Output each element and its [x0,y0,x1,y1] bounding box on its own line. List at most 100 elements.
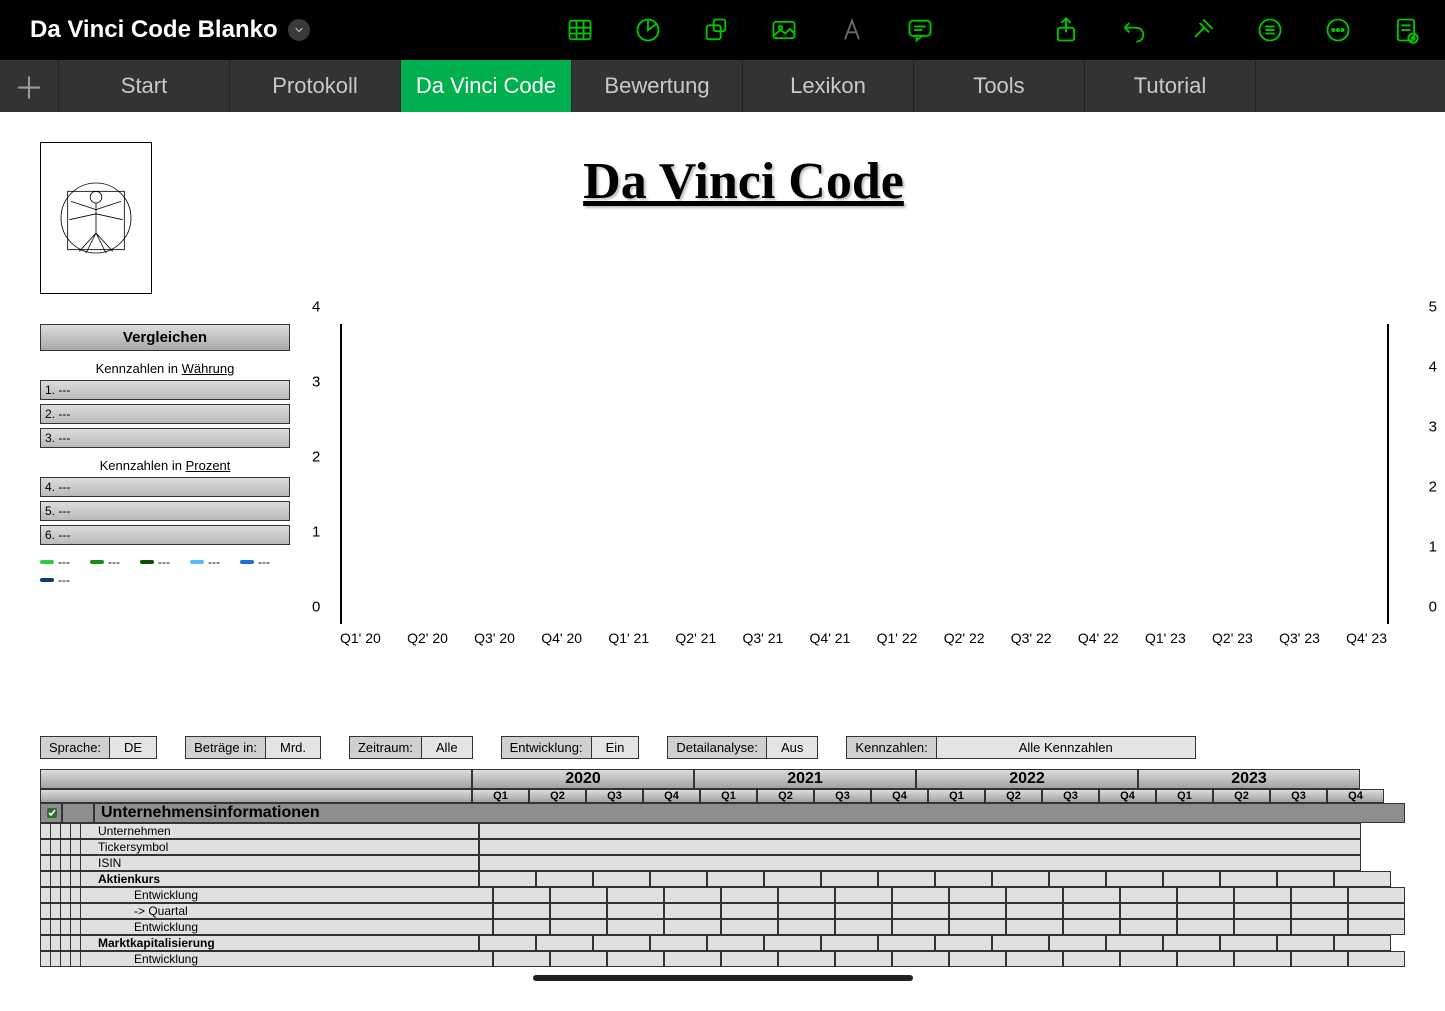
row-cell[interactable] [664,951,721,967]
row-cell[interactable] [479,871,536,887]
row-cell[interactable] [1063,951,1120,967]
row-cell[interactable] [1291,887,1348,903]
row-cell[interactable] [935,871,992,887]
tab-bewertung[interactable]: Bewertung [572,60,743,112]
row-cell[interactable] [1334,935,1391,951]
filter-kennzahlen[interactable]: Kennzahlen:Alle Kennzahlen [846,736,1195,759]
row-cell[interactable] [1063,903,1120,919]
row-cell[interactable] [764,871,821,887]
row-cell[interactable] [764,935,821,951]
filter-betraege[interactable]: Beträge in:Mrd. [185,736,321,759]
row-cell[interactable] [992,935,1049,951]
row-cell[interactable] [835,887,892,903]
row-cell[interactable] [1177,919,1234,935]
row-cell[interactable] [878,871,935,887]
comment-icon[interactable] [905,15,935,45]
row-cell[interactable] [949,903,1006,919]
tab-tutorial[interactable]: Tutorial [1085,60,1256,112]
row-cell[interactable] [892,919,949,935]
tab-lexikon[interactable]: Lexikon [743,60,914,112]
row-cell[interactable] [1177,887,1234,903]
metric-selector[interactable]: 3. --- [40,428,290,448]
row-cell[interactable] [721,887,778,903]
filter-detail[interactable]: Detailanalyse:Aus [667,736,818,759]
row-cell[interactable] [835,951,892,967]
row-cell[interactable] [550,919,607,935]
row-cell[interactable] [1291,951,1348,967]
row-cell[interactable] [835,903,892,919]
row-cell[interactable] [1348,903,1405,919]
row-cell[interactable] [593,935,650,951]
row-cell[interactable] [607,903,664,919]
row-cell[interactable] [721,919,778,935]
image-icon[interactable] [769,15,799,45]
row-cell[interactable] [1006,951,1063,967]
gavel-icon[interactable] [1187,15,1217,45]
row-cell[interactable] [1291,903,1348,919]
row-cell[interactable] [721,951,778,967]
row-cell[interactable] [1348,951,1405,967]
row-cell[interactable] [707,871,764,887]
row-cell[interactable] [1006,903,1063,919]
text-format-icon[interactable] [837,15,867,45]
row-cell[interactable] [1291,919,1348,935]
tab-da-vinci-code[interactable]: Da Vinci Code [401,60,572,112]
metric-selector[interactable]: 4. --- [40,477,290,497]
list-circle-icon[interactable] [1255,15,1285,45]
chart-pie-icon[interactable] [633,15,663,45]
more-circle-icon[interactable] [1323,15,1353,45]
row-cell[interactable] [778,903,835,919]
row-cell[interactable] [778,951,835,967]
row-cell[interactable] [1348,887,1405,903]
row-cell[interactable] [1049,935,1106,951]
row-cell[interactable] [1234,903,1291,919]
row-cell[interactable] [493,919,550,935]
row-cell[interactable] [536,935,593,951]
row-cell[interactable] [1106,871,1163,887]
row-cell[interactable] [536,871,593,887]
row-cell[interactable] [1234,951,1291,967]
row-cell[interactable] [493,887,550,903]
undo-icon[interactable] [1119,15,1149,45]
row-cell[interactable] [550,903,607,919]
row-cell[interactable] [1348,919,1405,935]
row-cell[interactable] [935,935,992,951]
title-dropdown-icon[interactable] [288,19,310,41]
row-cell[interactable] [664,903,721,919]
filter-zeitraum[interactable]: Zeitraum:Alle [349,736,473,759]
row-cell[interactable] [1277,871,1334,887]
row-cell[interactable] [892,887,949,903]
row-cell[interactable] [878,935,935,951]
row-cell[interactable] [650,871,707,887]
filter-entwicklung[interactable]: Entwicklung:Ein [501,736,640,759]
row-value[interactable] [479,823,1361,839]
row-cell[interactable] [1063,919,1120,935]
horizontal-scroll-indicator[interactable] [533,975,913,981]
row-cell[interactable] [550,951,607,967]
metric-selector[interactable]: 6. --- [40,525,290,545]
row-cell[interactable] [992,871,1049,887]
row-cell[interactable] [1277,935,1334,951]
row-value[interactable] [479,855,1361,871]
row-cell[interactable] [1177,951,1234,967]
row-cell[interactable] [1006,887,1063,903]
row-cell[interactable] [1234,919,1291,935]
row-cell[interactable] [892,903,949,919]
row-cell[interactable] [892,951,949,967]
note-add-icon[interactable] [1391,15,1421,45]
row-cell[interactable] [949,919,1006,935]
row-cell[interactable] [949,951,1006,967]
tab-start[interactable]: Start [59,60,230,112]
row-cell[interactable] [1049,871,1106,887]
share-icon[interactable] [1051,15,1081,45]
tab-protokoll[interactable]: Protokoll [230,60,401,112]
add-tab-icon[interactable]: ＋ [0,60,59,112]
row-cell[interactable] [1063,887,1120,903]
row-cell[interactable] [1220,871,1277,887]
metric-selector[interactable]: 2. --- [40,404,290,424]
section-checkbox[interactable] [47,808,57,818]
filter-sprache[interactable]: Sprache:DE [40,736,157,759]
row-cell[interactable] [1006,919,1063,935]
row-cell[interactable] [593,871,650,887]
row-cell[interactable] [1163,871,1220,887]
